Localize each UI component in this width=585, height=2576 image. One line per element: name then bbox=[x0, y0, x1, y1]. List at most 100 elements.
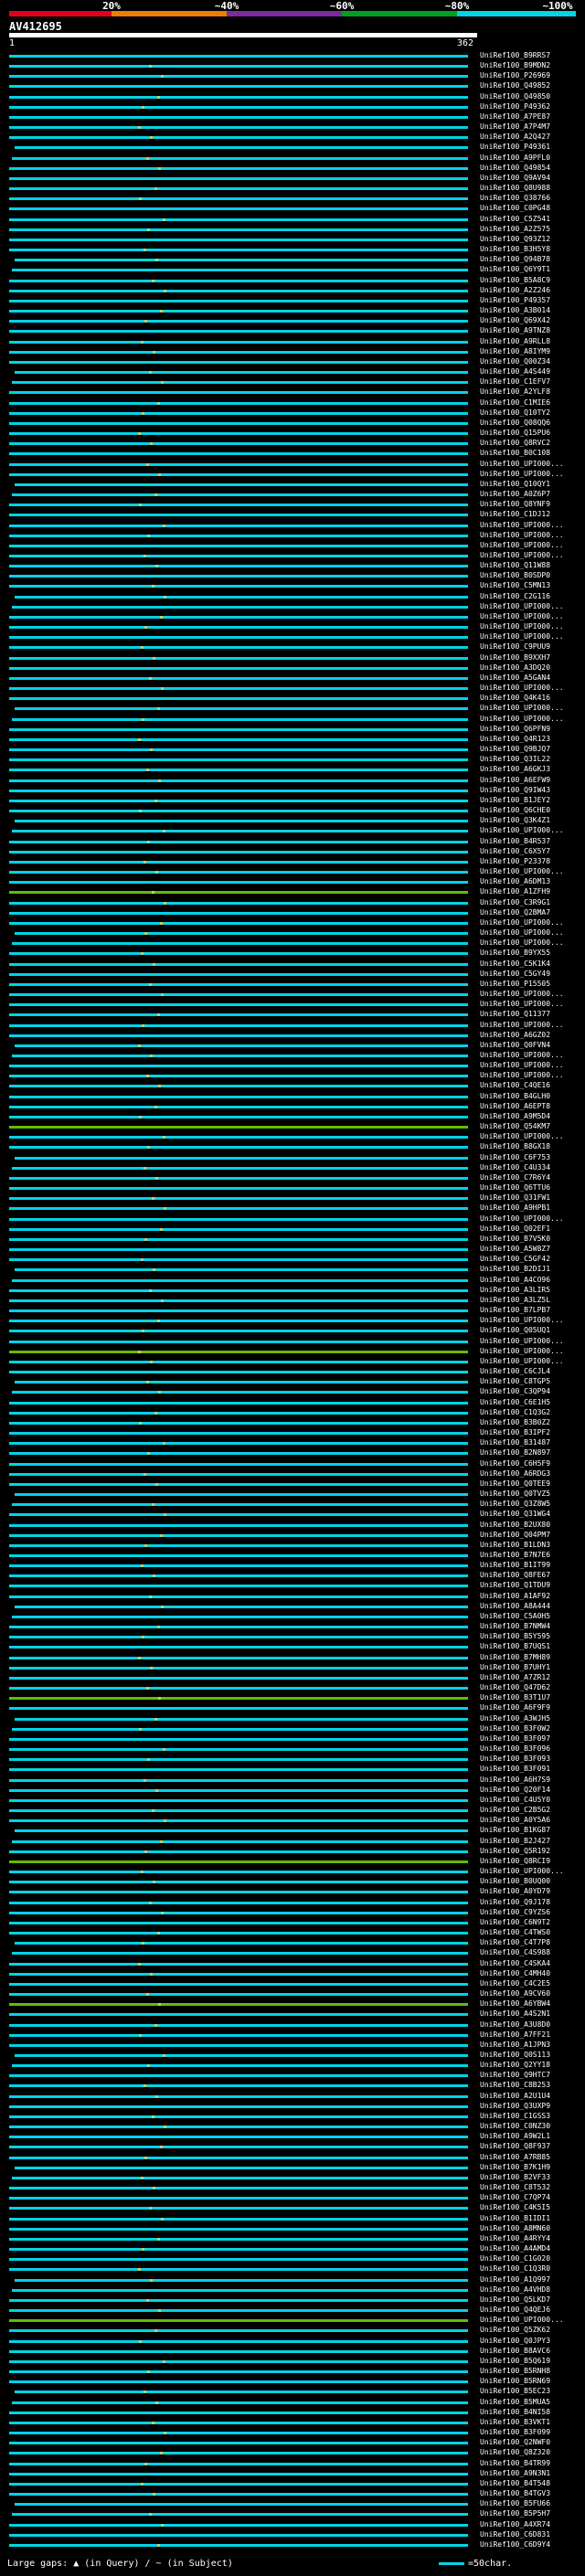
hit-label[interactable]: UniRef100_Q5ZK62 bbox=[480, 2326, 550, 2335]
hit-row[interactable]: UniRef100_A1JPN3 bbox=[0, 2041, 585, 2050]
hit-row[interactable]: UniRef100_Q8F937 bbox=[0, 2142, 585, 2151]
hit-row[interactable]: UniRef100_A4XR74 bbox=[0, 2520, 585, 2529]
hit-label[interactable]: UniRef100_B3H5Y8 bbox=[480, 245, 550, 254]
hit-label[interactable]: UniRef100_Q9IW43 bbox=[480, 786, 550, 795]
hit-row[interactable]: UniRef100_B9RRS7 bbox=[0, 51, 585, 60]
hit-label[interactable]: UniRef100_B3F097 bbox=[480, 1734, 550, 1744]
hit-row[interactable]: UniRef100_Q49850 bbox=[0, 92, 585, 101]
hit-label[interactable]: UniRef100_Q9BJQ7 bbox=[480, 745, 550, 754]
hit-row[interactable]: UniRef100_UPI000... bbox=[0, 1867, 585, 1876]
hit-row[interactable]: UniRef100_B4TGV3 bbox=[0, 2489, 585, 2498]
hit-row[interactable]: UniRef100_B5Q619 bbox=[0, 2357, 585, 2366]
hit-row[interactable]: UniRef100_Q3K4Z1 bbox=[0, 816, 585, 825]
hit-label[interactable]: UniRef100_P49361 bbox=[480, 143, 550, 152]
hit-label[interactable]: UniRef100_Q10TY2 bbox=[480, 408, 550, 418]
hit-row[interactable]: UniRef100_C6CJL4 bbox=[0, 1367, 585, 1376]
hit-label[interactable]: UniRef100_C9YZS6 bbox=[480, 1908, 550, 1917]
hit-row[interactable]: UniRef100_Q0TEE9 bbox=[0, 1479, 585, 1489]
hit-row[interactable]: UniRef100_C9PUU9 bbox=[0, 642, 585, 652]
hit-label[interactable]: UniRef100_Q3K4Z1 bbox=[480, 816, 550, 825]
hit-row[interactable]: UniRef100_B5FU66 bbox=[0, 2499, 585, 2508]
hit-label[interactable]: UniRef100_Q0TVZ5 bbox=[480, 1489, 550, 1499]
hit-row[interactable]: UniRef100_A0Y5A6 bbox=[0, 1816, 585, 1825]
hit-row[interactable]: UniRef100_C5Z541 bbox=[0, 215, 585, 224]
hit-row[interactable]: UniRef100_B5MUA5 bbox=[0, 2398, 585, 2407]
hit-row[interactable]: UniRef100_A5GAN4 bbox=[0, 673, 585, 683]
hit-row[interactable]: UniRef100_UPI000... bbox=[0, 684, 585, 693]
hit-row[interactable]: UniRef100_C1GSS3 bbox=[0, 2112, 585, 2121]
hit-label[interactable]: UniRef100_A6YBW4 bbox=[480, 1999, 550, 2009]
hit-label[interactable]: UniRef100_C4C2E5 bbox=[480, 1979, 550, 1988]
hit-label[interactable]: UniRef100_Q2NWF0 bbox=[480, 2438, 550, 2447]
hit-row[interactable]: UniRef100_Q8RVC2 bbox=[0, 439, 585, 448]
hit-label[interactable]: UniRef100_C8T532 bbox=[480, 2183, 550, 2192]
hit-row[interactable]: UniRef100_A3B014 bbox=[0, 306, 585, 315]
hit-label[interactable]: UniRef100_C5GF42 bbox=[480, 1255, 550, 1264]
hit-row[interactable]: UniRef100_B7V5K0 bbox=[0, 1235, 585, 1244]
hit-label[interactable]: UniRef100_A6EFW9 bbox=[480, 776, 550, 785]
hit-label[interactable]: UniRef100_Q05UQ1 bbox=[480, 1326, 550, 1335]
hit-row[interactable]: UniRef100_C2B5G2 bbox=[0, 1806, 585, 1815]
hit-label[interactable]: UniRef100_C4U5Y0 bbox=[480, 1796, 550, 1805]
hit-row[interactable]: UniRef100_A6RDG3 bbox=[0, 1469, 585, 1479]
hit-row[interactable]: UniRef100_Q8YNF9 bbox=[0, 500, 585, 509]
hit-label[interactable]: UniRef100_B2N897 bbox=[480, 1448, 550, 1458]
hit-row[interactable]: UniRef100_A4S449 bbox=[0, 367, 585, 376]
hit-row[interactable]: UniRef100_B3B0Z2 bbox=[0, 1418, 585, 1427]
hit-row[interactable]: UniRef100_A4RYY4 bbox=[0, 2234, 585, 2243]
hit-label[interactable]: UniRef100_Q02EF1 bbox=[480, 1224, 550, 1234]
hit-label[interactable]: UniRef100_C1DJ12 bbox=[480, 510, 550, 519]
hit-label[interactable]: UniRef100_A3LZ5L bbox=[480, 1296, 550, 1305]
hit-label[interactable]: UniRef100_B3F0W2 bbox=[480, 1724, 550, 1733]
hit-label[interactable]: UniRef100_Q9J178 bbox=[480, 1898, 550, 1907]
hit-row[interactable]: UniRef100_B5EC23 bbox=[0, 2387, 585, 2396]
hit-label[interactable]: UniRef100_A6GZ02 bbox=[480, 1031, 550, 1040]
hit-row[interactable]: UniRef100_Q2NWF0 bbox=[0, 2438, 585, 2447]
hit-row[interactable]: UniRef100_C5K1K4 bbox=[0, 959, 585, 969]
hit-label[interactable]: UniRef100_Q8RCI9 bbox=[480, 1857, 550, 1866]
hit-label[interactable]: UniRef100_B1IDI1 bbox=[480, 2214, 550, 2223]
hit-label[interactable]: UniRef100_Q69X42 bbox=[480, 316, 550, 325]
hit-row[interactable]: UniRef100_UPI000... bbox=[0, 867, 585, 876]
hit-label[interactable]: UniRef100_Q3Z8W5 bbox=[480, 1500, 550, 1509]
hit-row[interactable]: UniRef100_B3F093 bbox=[0, 1754, 585, 1764]
hit-row[interactable]: UniRef100_UPI000... bbox=[0, 541, 585, 550]
hit-label[interactable]: UniRef100_Q1TDU9 bbox=[480, 1581, 550, 1590]
hit-label[interactable]: UniRef100_A9CV60 bbox=[480, 1989, 550, 1998]
hit-label[interactable]: UniRef100_C8TGP5 bbox=[480, 1377, 550, 1386]
hit-row[interactable]: UniRef100_A3U8D0 bbox=[0, 2020, 585, 2030]
hit-label[interactable]: UniRef100_Q0TEE9 bbox=[480, 1479, 550, 1489]
hit-label[interactable]: UniRef100_B7K1H9 bbox=[480, 2163, 550, 2172]
hit-row[interactable]: UniRef100_UPI000... bbox=[0, 1214, 585, 1224]
hit-row[interactable]: UniRef100_A7P4M7 bbox=[0, 122, 585, 132]
hit-label[interactable]: UniRef100_Q8YNF9 bbox=[480, 500, 550, 509]
hit-label[interactable]: UniRef100_Q8F937 bbox=[480, 2142, 550, 2151]
hit-row[interactable]: UniRef100_B31487 bbox=[0, 1438, 585, 1447]
hit-row[interactable]: UniRef100_Q94B78 bbox=[0, 255, 585, 264]
hit-row[interactable]: UniRef100_UPI000... bbox=[0, 715, 585, 724]
hit-label[interactable]: UniRef100_Q9AV94 bbox=[480, 174, 550, 183]
hit-row[interactable]: UniRef100_C0PG48 bbox=[0, 204, 585, 213]
hit-row[interactable]: UniRef100_UPI000... bbox=[0, 612, 585, 621]
hit-row[interactable]: UniRef100_Q54KM7 bbox=[0, 1122, 585, 1131]
hit-label[interactable]: UniRef100_C1Q3R0 bbox=[480, 2264, 550, 2274]
hit-row[interactable]: UniRef100_B7MH89 bbox=[0, 1653, 585, 1662]
hit-row[interactable]: UniRef100_Q49852 bbox=[0, 81, 585, 90]
hit-label[interactable]: UniRef100_A1ZFH9 bbox=[480, 887, 550, 896]
hit-row[interactable]: UniRef100_B8GX18 bbox=[0, 1142, 585, 1151]
hit-label[interactable]: UniRef100_B7N7E6 bbox=[480, 1551, 550, 1560]
hit-label[interactable]: UniRef100_B4GLH0 bbox=[480, 1092, 550, 1101]
hit-label[interactable]: UniRef100_C1Q3G2 bbox=[480, 1408, 550, 1417]
hit-label[interactable]: UniRef100_A7ZR12 bbox=[480, 1673, 550, 1682]
hit-label[interactable]: UniRef100_B7LPB7 bbox=[480, 1306, 550, 1315]
hit-label[interactable]: UniRef100_Q4QEJ6 bbox=[480, 2306, 550, 2315]
hit-row[interactable]: UniRef100_B1IT99 bbox=[0, 1561, 585, 1570]
hit-row[interactable]: UniRef100_A6EPT8 bbox=[0, 1102, 585, 1111]
hit-label[interactable]: UniRef100_B9MDN2 bbox=[480, 61, 550, 70]
hit-label[interactable]: UniRef100_B4TGV3 bbox=[480, 2489, 550, 2498]
hit-row[interactable]: UniRef100_B4GLH0 bbox=[0, 1092, 585, 1101]
hit-row[interactable]: UniRef100_Q8RCI9 bbox=[0, 1857, 585, 1866]
hit-label[interactable]: UniRef100_Q10QY1 bbox=[480, 480, 550, 489]
hit-row[interactable]: UniRef100_A9RLL8 bbox=[0, 337, 585, 346]
hit-row[interactable]: UniRef100_B3F097 bbox=[0, 1734, 585, 1744]
